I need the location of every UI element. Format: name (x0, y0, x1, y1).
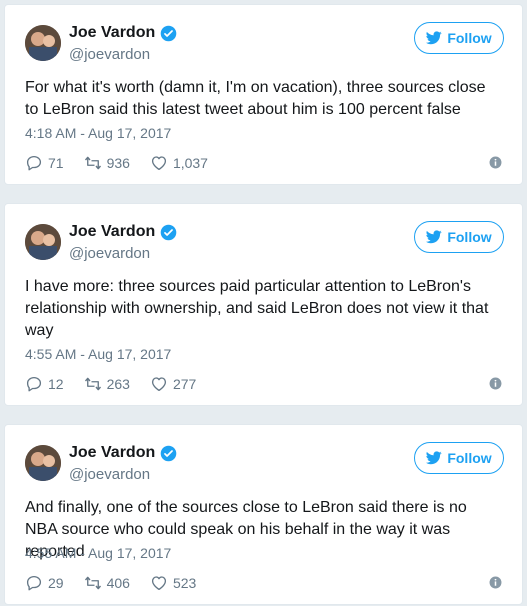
heart-icon (151, 377, 166, 392)
tweet-card[interactable]: Joe Vardon @joevardon Follow And finally… (4, 424, 523, 605)
retweet-action[interactable]: 263 (84, 375, 130, 393)
reply-action[interactable]: 71 (25, 154, 64, 172)
retweet-count: 936 (106, 155, 130, 171)
avatar[interactable] (25, 224, 61, 260)
like-count: 277 (172, 376, 197, 392)
retweet-action[interactable]: 406 (84, 574, 130, 592)
tweet-timestamp[interactable]: 4:55 AM - Aug 17, 2017 (25, 346, 171, 362)
avatar[interactable] (25, 445, 61, 481)
author-handle[interactable]: @joevardon (69, 245, 150, 262)
retweet-count: 406 (106, 575, 130, 591)
twitter-bird-icon (426, 451, 442, 465)
avatar[interactable] (25, 25, 61, 61)
retweet-action[interactable]: 936 (84, 154, 130, 172)
retweet-count: 263 (106, 376, 130, 392)
info-icon[interactable] (489, 156, 502, 169)
like-action[interactable]: 1,037 (150, 154, 208, 172)
tweet-actions: 29 406 523 (25, 573, 502, 593)
like-action[interactable]: 523 (150, 574, 196, 592)
verified-badge-icon (160, 445, 177, 461)
info-icon[interactable] (489, 576, 502, 589)
follow-button[interactable]: Follow (414, 22, 504, 54)
tweet-timestamp[interactable]: 4:18 AM - Aug 17, 2017 (25, 125, 171, 141)
reply-count: 12 (48, 376, 64, 392)
follow-button[interactable]: Follow (414, 221, 504, 253)
author-name[interactable]: Joe Vardon (69, 223, 155, 241)
heart-icon (151, 576, 166, 591)
info-icon[interactable] (489, 377, 502, 390)
reply-count: 71 (48, 155, 64, 171)
reply-action[interactable]: 12 (25, 375, 64, 393)
reply-icon (26, 155, 42, 171)
author-handle[interactable]: @joevardon (69, 466, 150, 483)
author-name[interactable]: Joe Vardon (69, 24, 155, 42)
tweet-card[interactable]: Joe Vardon @joevardon Follow I have more… (4, 203, 523, 406)
reply-count: 29 (48, 575, 64, 591)
verified-badge-icon (160, 224, 177, 240)
twitter-bird-icon (426, 230, 442, 244)
tweet-actions: 71 936 1,037 (25, 153, 502, 173)
tweet-card[interactable]: Joe Vardon @joevardon Follow For what it… (4, 4, 523, 185)
reply-icon (26, 376, 42, 392)
author-name[interactable]: Joe Vardon (69, 444, 155, 462)
twitter-bird-icon (426, 31, 442, 45)
tweet-timestamp[interactable]: 4:55 AM - Aug 17, 2017 (25, 545, 171, 561)
follow-button[interactable]: Follow (414, 442, 504, 474)
reply-icon (26, 575, 42, 591)
follow-label: Follow (447, 30, 492, 46)
follow-label: Follow (447, 450, 492, 466)
like-action[interactable]: 277 (150, 375, 196, 393)
retweet-icon (84, 576, 101, 590)
author-handle[interactable]: @joevardon (69, 46, 150, 63)
follow-label: Follow (447, 229, 492, 245)
retweet-icon (84, 156, 101, 170)
heart-icon (151, 156, 166, 171)
reply-action[interactable]: 29 (25, 574, 64, 592)
like-count: 1,037 (172, 155, 208, 171)
tweet-text: For what it's worth (damn it, I'm on vac… (25, 79, 486, 118)
tweet-actions: 12 263 277 (25, 374, 502, 394)
retweet-icon (84, 377, 101, 391)
verified-badge-icon (160, 25, 177, 41)
like-count: 523 (172, 575, 197, 591)
tweet-text: I have more: three sources paid particul… (25, 278, 489, 339)
